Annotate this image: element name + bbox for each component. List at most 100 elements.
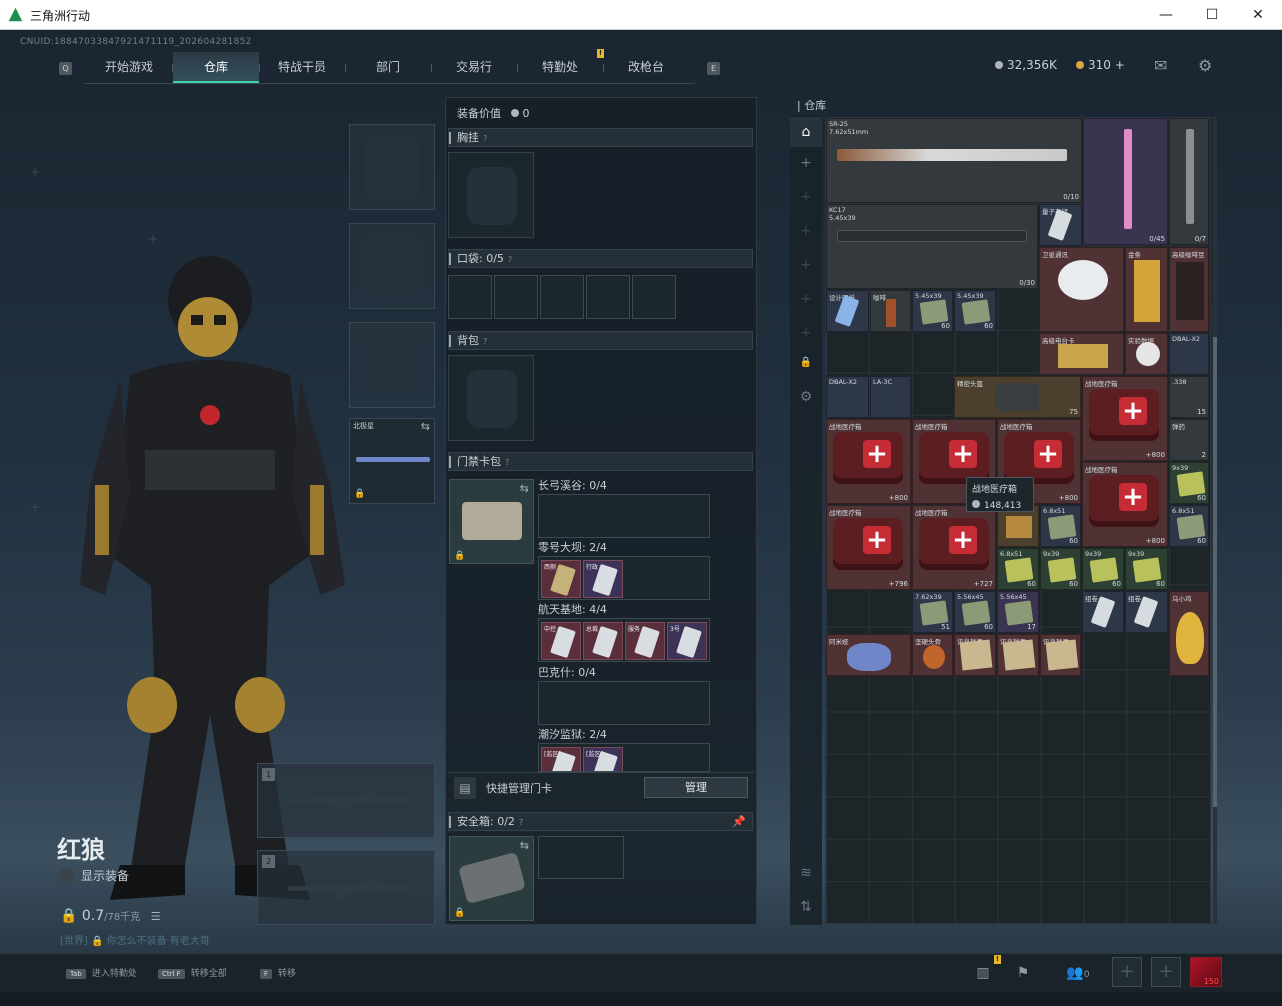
- tab-warehouse[interactable]: 仓库: [173, 52, 259, 83]
- item-medkit[interactable]: 战地医疗箱 +796: [826, 505, 911, 590]
- chest-rig-slot[interactable]: [448, 152, 534, 238]
- item-radio-card[interactable]: 高级电台卡: [1039, 333, 1124, 375]
- item-skull[interactable]: 坚硬头骨: [912, 634, 953, 676]
- melee-slot[interactable]: 北极星 ⇆ 🔒: [349, 418, 435, 504]
- item-338[interactable]: .338 15: [1169, 376, 1209, 418]
- secondary-weapon-slot[interactable]: 2: [257, 850, 435, 925]
- help-icon[interactable]: ?: [508, 255, 512, 264]
- key-row-tidal-prison[interactable]: [监区] [监区]: [538, 743, 710, 772]
- checkbox-icon[interactable]: [60, 869, 73, 882]
- item-chick-figure[interactable]: 乌小鸡: [1169, 591, 1209, 676]
- layers-icon[interactable]: ≋: [790, 865, 822, 881]
- item-la3c[interactable]: LA-3C: [870, 376, 911, 418]
- item-ammo-939[interactable]: 9x39 60: [1082, 548, 1124, 590]
- item-page[interactable]: 讯息残页: [954, 634, 996, 676]
- armor-slot[interactable]: [349, 223, 435, 309]
- item-sr25[interactable]: SR-25 7.62x51mm 0/10: [826, 118, 1082, 203]
- item-ammo-68[interactable]: 6.8x51 60: [997, 548, 1039, 590]
- key-row-longbow[interactable]: [538, 494, 710, 538]
- nav-prev-key[interactable]: Q: [59, 62, 72, 75]
- tab-operators[interactable]: 特战干员: [259, 52, 345, 83]
- item-blueprint[interactable]: 设计图纸: [826, 290, 869, 332]
- friends-icon[interactable]: 👥0: [1058, 959, 1098, 987]
- item-dbal[interactable]: DBAL-X2: [826, 376, 869, 418]
- key-row-space-base[interactable]: 中控 总裁 服务 3号: [538, 618, 710, 662]
- swap-icon[interactable]: ⇆: [421, 420, 430, 433]
- item-dbal[interactable]: DBAL-X2: [1169, 333, 1209, 375]
- item-quantum-storage[interactable]: 量子存储: [1039, 204, 1082, 246]
- pistol-slot[interactable]: [349, 322, 435, 408]
- keycard-case-slot[interactable]: ⇆ 🔒: [449, 479, 534, 564]
- sort-icon[interactable]: ⇅: [790, 899, 822, 915]
- item-scroll[interactable]: 组卷: [1082, 591, 1124, 633]
- item-coffee[interactable]: 高级咖啡豆: [1169, 247, 1209, 332]
- item-kc17[interactable]: KC17 5.45x39 0/30: [826, 204, 1038, 289]
- hint-transfer-all[interactable]: Ctrl F 转移全部: [158, 966, 227, 979]
- primary-weapon-slot[interactable]: 1: [257, 763, 435, 838]
- minimize-button[interactable]: —: [1151, 4, 1181, 26]
- item-pink-rifle[interactable]: 0/45: [1083, 118, 1168, 245]
- hint-transfer[interactable]: F 转移: [260, 966, 296, 979]
- help-icon[interactable]: ?: [519, 818, 523, 827]
- keycard-item[interactable]: [监区]: [541, 747, 581, 771]
- item-page[interactable]: 讯息残页: [1040, 634, 1081, 676]
- pocket-slot[interactable]: [632, 275, 676, 319]
- player-avatar[interactable]: 150: [1190, 957, 1222, 987]
- item-ammo-939[interactable]: 9x39 60: [1125, 548, 1168, 590]
- item-ammo-939[interactable]: 9x39 60: [1040, 548, 1081, 590]
- tab-special-ops[interactable]: 特勤处: [517, 52, 603, 83]
- backpack-slot[interactable]: [448, 355, 534, 441]
- add-tab-icon[interactable]: +: [790, 223, 822, 239]
- close-button[interactable]: ✕: [1243, 4, 1273, 26]
- manage-button[interactable]: 管理: [644, 777, 748, 798]
- tab-gunsmith[interactable]: 改枪台: [603, 52, 689, 83]
- keycard-item[interactable]: 总裁: [583, 622, 623, 660]
- maximize-button[interactable]: ☐: [1197, 4, 1227, 26]
- helmet-slot[interactable]: [349, 124, 435, 210]
- safe-box-storage[interactable]: [538, 836, 624, 879]
- item-data-disc[interactable]: 实验数据: [1125, 333, 1168, 375]
- keycard-item[interactable]: 中控: [541, 622, 581, 660]
- mail-icon[interactable]: ✉: [1154, 56, 1167, 75]
- pocket-slot[interactable]: [586, 275, 630, 319]
- keycard-item[interactable]: [监区]: [583, 747, 623, 771]
- warehouse-scrollbar[interactable]: [1213, 117, 1217, 924]
- key-row-bakush[interactable]: [538, 681, 710, 725]
- keycard-item[interactable]: 西侧: [541, 560, 581, 598]
- safe-box-slot[interactable]: ⇆ 🔒: [449, 836, 534, 921]
- add-tab-icon[interactable]: +: [790, 291, 822, 307]
- help-icon[interactable]: ?: [483, 337, 487, 346]
- hint-tab[interactable]: Tab 进入特勤处: [66, 966, 137, 979]
- settings-gear-icon[interactable]: ⚙: [790, 389, 822, 405]
- item-rifle[interactable]: 0/7: [1169, 118, 1209, 245]
- item-ammo-545[interactable]: 5.45x39 60: [954, 290, 996, 332]
- keycard-item[interactable]: 3号: [667, 622, 707, 660]
- add-tab-icon[interactable]: +: [790, 325, 822, 341]
- item-scroll[interactable]: 组卷: [1125, 591, 1168, 633]
- item-ammo-939[interactable]: 9x39 60: [1169, 462, 1209, 504]
- invite-slot[interactable]: +: [1151, 957, 1181, 987]
- tab-market[interactable]: 交易行: [431, 52, 517, 83]
- item-medkit[interactable]: 战地医疗箱 +800: [826, 419, 911, 504]
- item-ammo-68[interactable]: 6.8x51 60: [1169, 505, 1209, 547]
- item-gold-bar[interactable]: 金条: [1125, 247, 1168, 332]
- help-icon[interactable]: ?: [483, 134, 487, 143]
- add-tab-icon[interactable]: +: [790, 257, 822, 273]
- keycard-item[interactable]: 行政: [583, 560, 623, 598]
- item-amiya-figure[interactable]: 阿米娅: [826, 634, 911, 676]
- warehouse-home-icon[interactable]: ⌂: [790, 117, 822, 147]
- item-satellite[interactable]: 卫星通讯: [1039, 247, 1124, 332]
- item-ammo-68[interactable]: 6.8x51 60: [1040, 505, 1081, 547]
- item-ammo-762[interactable]: 7.62x39 51: [912, 591, 953, 633]
- item-page[interactable]: 讯息残页: [997, 634, 1039, 676]
- settings-gear-icon[interactable]: ⚙: [1198, 56, 1212, 75]
- world-chat[interactable]: [世界] 🔒 你怎么不装备 有老大哥: [60, 932, 210, 947]
- tab-department[interactable]: 部门: [345, 52, 431, 83]
- item-helmet-bag[interactable]: 精密头盔 75: [954, 376, 1081, 418]
- swap-icon[interactable]: ⇆: [520, 482, 529, 495]
- key-row-dam[interactable]: 西侧 行政: [538, 556, 710, 600]
- item-drink[interactable]: 咖啡: [870, 290, 911, 332]
- keycard-item[interactable]: 服务: [625, 622, 665, 660]
- swap-icon[interactable]: ⇆: [520, 839, 529, 852]
- show-equipment-toggle[interactable]: 显示装备: [60, 867, 129, 884]
